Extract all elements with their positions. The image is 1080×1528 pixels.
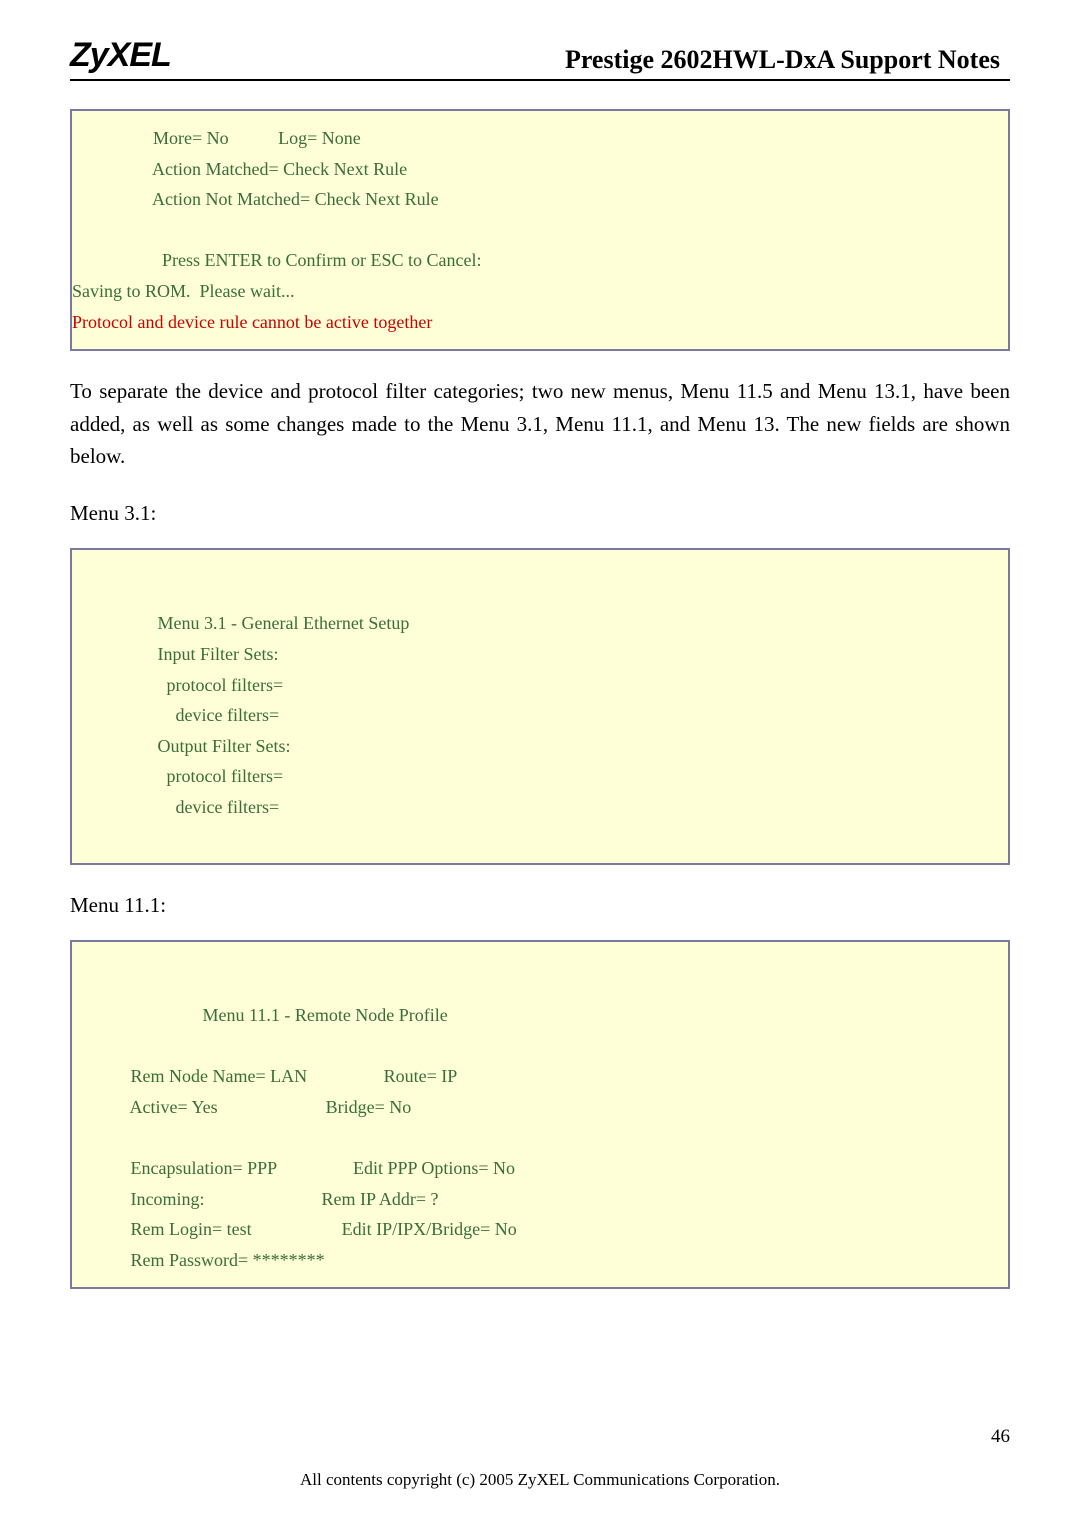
section-label-menu111: Menu 11.1: xyxy=(70,893,1010,918)
page-number: 46 xyxy=(991,1426,1010,1448)
code-line: device filters= xyxy=(72,705,279,725)
code-line: Action Matched= Check Next Rule xyxy=(72,159,407,179)
page-header: ZyXEL Prestige 2602HWL-DxA Support Notes xyxy=(70,36,1010,81)
code-line: protocol filters= xyxy=(72,675,283,695)
terminal-output-box-2: Menu 3.1 - General Ethernet Setup Input … xyxy=(70,548,1010,865)
code-line: protocol filters= xyxy=(72,766,283,786)
body-paragraph: To separate the device and protocol filt… xyxy=(70,375,1010,473)
code-line: Rem Password= ******** xyxy=(72,1250,325,1270)
code-line: Action Not Matched= Check Next Rule xyxy=(72,189,439,209)
code-line: Encapsulation= PPP Edit PPP Options= No xyxy=(72,1158,515,1178)
code-line: Rem Login= test Edit IP/IPX/Bridge= No xyxy=(72,1219,517,1239)
code-line: Menu 11.1 - Remote Node Profile xyxy=(72,1005,448,1025)
terminal-output-box-1: More= No Log= None Action Matched= Check… xyxy=(70,109,1010,351)
code-line: Output Filter Sets: xyxy=(72,736,291,756)
copyright-footer: All contents copyright (c) 2005 ZyXEL Co… xyxy=(0,1470,1080,1490)
code-line: device filters= xyxy=(72,797,279,817)
code-line: Input Filter Sets: xyxy=(72,644,279,664)
code-line: More= No Log= None xyxy=(72,128,361,148)
code-line: Incoming: Rem IP Addr= ? xyxy=(72,1189,438,1209)
code-line: Saving to ROM. Please wait... xyxy=(72,281,295,301)
code-line: Press ENTER to Confirm or ESC to Cancel: xyxy=(72,250,481,270)
code-line: Menu 3.1 - General Ethernet Setup xyxy=(72,613,409,633)
code-line: Active= Yes Bridge= No xyxy=(72,1097,411,1117)
code-line-error: Protocol and device rule cannot be activ… xyxy=(72,312,432,332)
code-line: Rem Node Name= LAN Route= IP xyxy=(72,1066,457,1086)
document-title: Prestige 2602HWL-DxA Support Notes xyxy=(415,45,1010,75)
brand-logo: ZyXEL xyxy=(70,36,171,75)
terminal-output-box-3: Menu 11.1 - Remote Node Profile Rem Node… xyxy=(70,940,1010,1290)
section-label-menu31: Menu 3.1: xyxy=(70,501,1010,526)
